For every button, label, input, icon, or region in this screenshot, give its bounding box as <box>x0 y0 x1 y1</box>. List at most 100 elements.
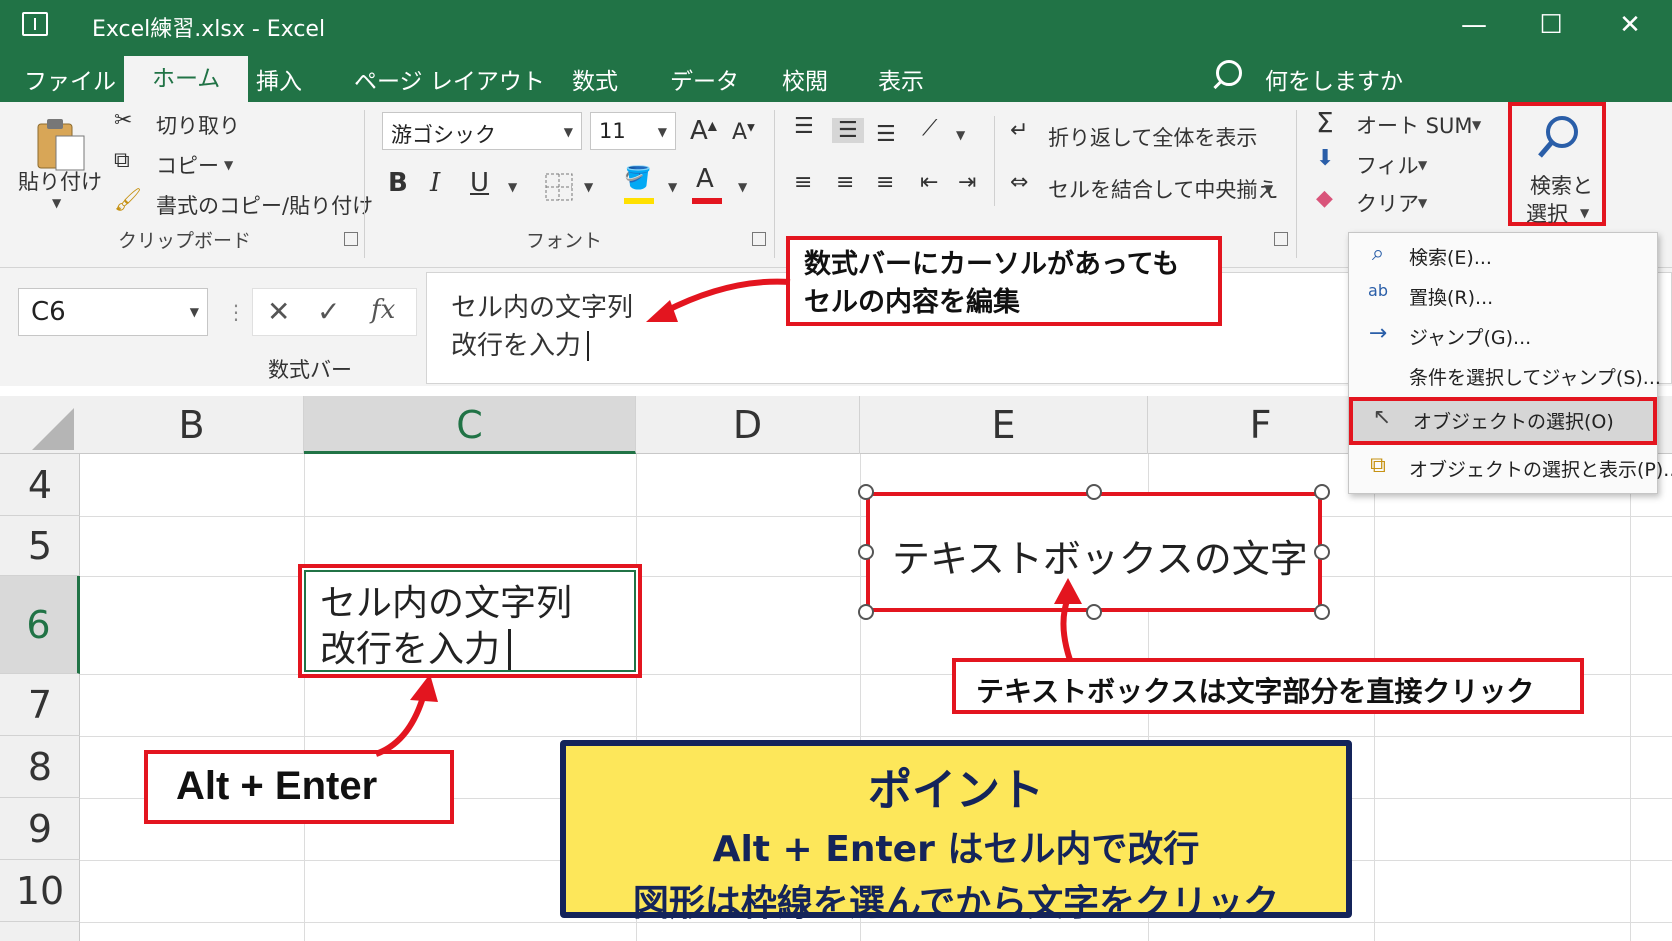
maximize-button[interactable]: ☐ <box>1531 8 1571 42</box>
copy-button[interactable]: コピー <box>156 150 219 180</box>
enter-check-icon[interactable]: ✓ <box>317 295 340 328</box>
tab-data[interactable]: データ <box>660 62 749 102</box>
row-header-5[interactable]: 5 <box>0 516 80 576</box>
chevron-down-icon[interactable]: ▼ <box>1418 158 1427 172</box>
chevron-down-icon[interactable]: ▼ <box>52 196 61 210</box>
row-header-6[interactable]: 6 <box>0 576 80 674</box>
borders-icon[interactable] <box>544 172 574 202</box>
row-header-8[interactable]: 8 <box>0 736 80 798</box>
drag-handle-icon[interactable]: ⋮ <box>226 300 246 324</box>
wrap-text-button[interactable]: 折り返して全体を表示 <box>1048 122 1257 152</box>
row-header-7[interactable]: 7 <box>0 674 80 736</box>
select-all-icon[interactable] <box>28 406 76 452</box>
italic-icon[interactable]: I <box>430 168 440 198</box>
textbox-callout: テキストボックスは文字部分を直接クリック <box>952 658 1584 714</box>
eraser-icon: ◆ <box>1316 186 1333 211</box>
tab-formulas[interactable]: 数式 <box>562 62 628 102</box>
paste-button[interactable]: 貼り付け <box>18 166 102 196</box>
chevron-down-icon: ▼ <box>1580 206 1590 220</box>
resize-handle[interactable] <box>1314 604 1330 620</box>
align-bottom-icon[interactable]: ☰ <box>876 122 896 147</box>
close-button[interactable]: ✕ <box>1610 8 1650 42</box>
name-box[interactable]: C6 ▼ <box>18 288 208 336</box>
resize-handle[interactable] <box>1086 484 1102 500</box>
resize-handle[interactable] <box>1314 544 1330 560</box>
menu-item-goto[interactable]: → ジャンプ(G)... <box>1349 315 1657 355</box>
insert-function-icon[interactable]: fx <box>371 295 395 325</box>
align-center-icon[interactable]: ≡ <box>836 170 854 195</box>
chevron-down-icon[interactable]: ▼ <box>1264 182 1273 196</box>
chevron-down-icon[interactable]: ▼ <box>956 128 965 142</box>
dialog-launcher-icon[interactable] <box>1274 232 1288 246</box>
column-header-e[interactable]: E <box>860 396 1148 454</box>
resize-handle[interactable] <box>858 484 874 500</box>
row-header-9[interactable]: 9 <box>0 798 80 860</box>
fill-button[interactable]: フィル <box>1356 150 1419 180</box>
text-cursor <box>508 629 523 670</box>
resize-handle[interactable] <box>858 604 874 620</box>
column-header-c[interactable]: C <box>304 396 636 454</box>
chevron-down-icon[interactable]: ▼ <box>224 158 233 172</box>
formula-line-2: 改行を入力 <box>451 325 598 362</box>
cancel-icon[interactable]: ✕ <box>267 295 290 328</box>
dialog-launcher-icon[interactable] <box>752 232 766 246</box>
orientation-icon[interactable]: ⟋ <box>922 116 937 141</box>
tab-insert[interactable]: 挿入 <box>246 62 312 102</box>
cut-button[interactable]: 切り取り <box>156 110 240 140</box>
tab-home[interactable]: ホーム <box>124 56 249 102</box>
tab-view[interactable]: 表示 <box>868 62 934 102</box>
resize-handle[interactable] <box>1314 484 1330 500</box>
cell-c6[interactable]: セル内の文字列 改行を入力 <box>298 564 642 678</box>
menu-item-select-objects[interactable]: ↖ オブジェクトの選択(O) <box>1349 397 1657 445</box>
grow-font-icon[interactable]: A▲ <box>690 116 717 146</box>
format-painter-button[interactable]: 書式のコピー/貼り付け <box>156 190 373 220</box>
arrow-icon <box>1054 578 1082 661</box>
align-middle-icon[interactable]: ☰ <box>832 118 864 143</box>
row-header-10[interactable]: 10 <box>0 860 80 922</box>
font-name-combo[interactable]: 游ゴシック ▼ <box>382 112 582 150</box>
minimize-button[interactable]: — <box>1454 8 1494 42</box>
row-header-4[interactable]: 4 <box>0 454 80 516</box>
chevron-down-icon[interactable]: ▼ <box>1472 118 1481 132</box>
column-header-f[interactable]: F <box>1148 396 1374 454</box>
shrink-font-icon[interactable]: A▼ <box>732 120 755 145</box>
menu-item-selection-pane[interactable]: ⧉ オブジェクトの選択と表示(P)... <box>1349 447 1672 487</box>
tell-me-input[interactable]: 何をしますか <box>1265 62 1403 96</box>
tab-review[interactable]: 校閲 <box>772 62 838 102</box>
decrease-indent-icon[interactable]: ⇤ <box>920 170 938 195</box>
autosum-button[interactable]: オート SUM <box>1356 110 1473 140</box>
search-icon[interactable] <box>1216 60 1242 86</box>
cell-line-2-text: 改行を入力 <box>320 629 501 670</box>
fill-down-icon: ⬇ <box>1316 146 1335 171</box>
chevron-down-icon[interactable]: ▼ <box>738 180 747 194</box>
increase-indent-icon[interactable]: ⇥ <box>958 170 976 195</box>
excel-app-icon[interactable] <box>22 12 48 36</box>
menu-item-replace[interactable]: ab 置換(R)... <box>1349 275 1657 315</box>
merge-center-button[interactable]: セルを結合して中央揃え <box>1048 174 1278 204</box>
underline-icon[interactable]: U <box>470 168 489 198</box>
align-top-icon[interactable]: ☰ <box>794 114 814 139</box>
font-color-icon[interactable]: A <box>696 164 714 194</box>
menu-item-goto-special[interactable]: 条件を選択してジャンプ(S)... <box>1349 355 1661 395</box>
arrow-icon <box>374 674 438 757</box>
chevron-down-icon[interactable]: ▼ <box>1418 196 1427 210</box>
dialog-launcher-icon[interactable] <box>344 232 358 246</box>
tab-page-layout[interactable]: ページ レイアウト <box>344 62 555 102</box>
resize-handle[interactable] <box>858 544 874 560</box>
tab-file[interactable]: ファイル <box>14 62 126 102</box>
fill-color-icon[interactable]: 🪣 <box>624 166 651 191</box>
chevron-down-icon[interactable]: ▼ <box>508 180 517 194</box>
align-left-icon[interactable]: ≡ <box>794 170 812 195</box>
font-size-combo[interactable]: 11 ▼ <box>590 112 676 150</box>
clear-button[interactable]: クリア <box>1356 188 1419 218</box>
chevron-down-icon[interactable]: ▼ <box>668 180 677 194</box>
font-size-value: 11 <box>599 119 626 143</box>
find-select-button[interactable]: 検索と 選択 ▼ <box>1508 102 1606 226</box>
bold-icon[interactable]: B <box>388 168 408 198</box>
align-right-icon[interactable]: ≡ <box>876 170 894 195</box>
chevron-down-icon[interactable]: ▼ <box>584 180 593 194</box>
font-name-value: 游ゴシック <box>391 123 496 147</box>
column-header-d[interactable]: D <box>636 396 860 454</box>
menu-item-find[interactable]: ⌕ 検索(E)... <box>1349 235 1657 275</box>
column-header-b[interactable]: B <box>80 396 304 454</box>
